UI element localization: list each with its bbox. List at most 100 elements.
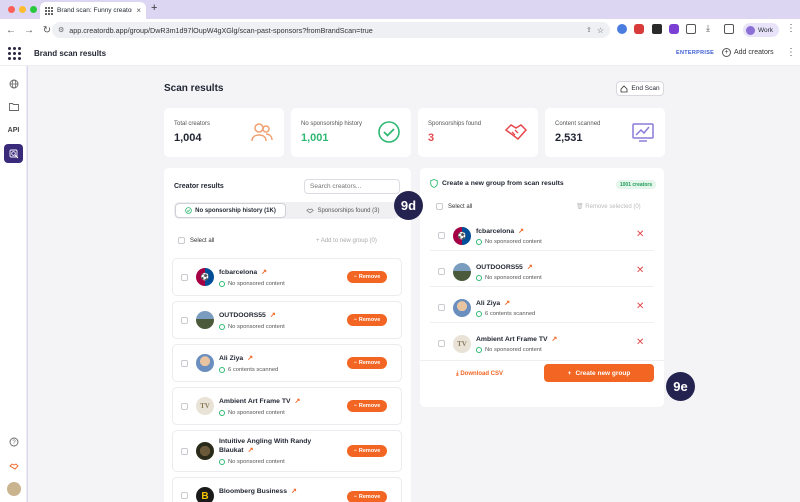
handshake-icon[interactable] bbox=[4, 456, 23, 475]
tab-no-sponsorship-history[interactable]: No sponsorship history (1K) bbox=[175, 203, 286, 218]
row-checkbox[interactable] bbox=[438, 232, 445, 239]
puzzle-extensions-icon[interactable] bbox=[686, 24, 696, 34]
remove-button[interactable]: − Remove bbox=[347, 314, 387, 326]
creator-count-badge: 1001 creators bbox=[616, 180, 656, 189]
minus-icon: − bbox=[353, 360, 357, 366]
end-scan-button[interactable]: End Scan bbox=[616, 81, 664, 96]
user-avatar[interactable] bbox=[4, 479, 23, 498]
extension-icon[interactable] bbox=[617, 24, 627, 34]
browser-tab[interactable]: Brand scan: Funny creators i × bbox=[40, 2, 146, 19]
row-checkbox[interactable] bbox=[181, 492, 188, 499]
creator-name[interactable]: fcbarcelona ↗ bbox=[219, 268, 329, 277]
table-row: Ali Ziya ↗ 6 contents scanned − Remove bbox=[172, 344, 402, 382]
extension-icon[interactable] bbox=[634, 24, 644, 34]
remove-button[interactable]: − Remove bbox=[347, 357, 387, 369]
external-link-icon[interactable]: ↗ bbox=[552, 336, 558, 343]
close-icon[interactable]: × bbox=[136, 6, 141, 15]
creator-name[interactable]: Ambient Art Frame TV ↗ bbox=[476, 335, 586, 344]
forward-arrow-icon[interactable]: → bbox=[22, 25, 36, 36]
row-checkbox[interactable] bbox=[181, 360, 188, 367]
remove-button[interactable]: − Remove bbox=[347, 271, 387, 283]
download-csv-button[interactable]: ⤓ Download CSV bbox=[456, 371, 503, 378]
help-icon[interactable]: ? bbox=[4, 432, 23, 451]
external-link-icon[interactable]: ↗ bbox=[518, 228, 524, 235]
new-tab-icon[interactable]: + bbox=[151, 2, 157, 14]
creator-avatar bbox=[196, 354, 214, 372]
external-link-icon[interactable]: ↗ bbox=[247, 355, 253, 362]
stat-value: 2,531 bbox=[555, 132, 583, 144]
share-icon[interactable]: ⇪ bbox=[586, 26, 592, 34]
external-link-icon[interactable]: ↗ bbox=[270, 312, 276, 319]
table-row: OUTDOORS55 ↗ No sponsored content − Remove bbox=[172, 301, 402, 339]
delete-x-icon[interactable]: ✕ bbox=[636, 265, 644, 276]
brand-scan-icon[interactable] bbox=[4, 144, 23, 163]
sidebar-item-api[interactable]: API bbox=[4, 121, 23, 140]
row-checkbox[interactable] bbox=[438, 304, 445, 311]
globe-icon[interactable] bbox=[4, 74, 23, 93]
tab-sponsorships-found[interactable]: Sponsorships found (3) bbox=[288, 203, 398, 218]
download-icon[interactable]: ⤓ bbox=[706, 23, 716, 33]
side-panel-icon[interactable] bbox=[724, 24, 734, 34]
external-link-icon[interactable]: ↗ bbox=[295, 398, 301, 405]
delete-x-icon[interactable]: ✕ bbox=[636, 229, 644, 240]
checkbox[interactable] bbox=[436, 203, 443, 210]
remove-button[interactable]: − Remove bbox=[347, 400, 387, 412]
profile-chip[interactable]: Work bbox=[743, 23, 779, 37]
creator-name[interactable]: Ali Ziya ↗ bbox=[219, 354, 329, 363]
trash-icon: 🗑 bbox=[576, 204, 584, 210]
row-checkbox[interactable] bbox=[181, 448, 188, 455]
creator-name[interactable]: Ali Ziya ↗ bbox=[476, 299, 586, 308]
external-link-icon[interactable]: ↗ bbox=[261, 269, 267, 276]
row-checkbox[interactable] bbox=[181, 403, 188, 410]
list-item: TV Ambient Art Frame TV ↗ No sponsored co… bbox=[430, 329, 654, 359]
row-checkbox[interactable] bbox=[181, 274, 188, 281]
check-circle-icon bbox=[476, 347, 482, 353]
external-link-icon[interactable]: ↗ bbox=[248, 447, 254, 454]
creator-name[interactable]: Ambient Art Frame TV ↗ bbox=[219, 397, 329, 406]
search-input[interactable] bbox=[304, 179, 400, 194]
tab-label: No sponsorship history (1K) bbox=[195, 207, 276, 214]
select-all-checkbox[interactable]: Select all bbox=[436, 203, 472, 210]
creator-name[interactable]: Bloomberg Business ↗ bbox=[219, 487, 329, 496]
back-arrow-icon[interactable]: ← bbox=[4, 25, 18, 36]
checkbox[interactable] bbox=[178, 237, 185, 244]
row-checkbox[interactable] bbox=[438, 340, 445, 347]
creator-name[interactable]: fcbarcelona ↗ bbox=[476, 227, 586, 236]
folder-icon[interactable] bbox=[4, 97, 23, 116]
users-icon bbox=[251, 123, 273, 142]
remove-selected-button[interactable]: 🗑 Remove selected (0) bbox=[576, 203, 641, 210]
extension-icon[interactable] bbox=[652, 24, 662, 34]
close-window-button[interactable] bbox=[8, 6, 15, 13]
creator-avatar: TV bbox=[453, 335, 471, 353]
stat-label: No sponsorship history bbox=[301, 121, 363, 127]
bookmark-star-icon[interactable]: ☆ bbox=[597, 26, 604, 35]
delete-x-icon[interactable]: ✕ bbox=[636, 337, 644, 348]
creator-name[interactable]: OUTDOORS55 ↗ bbox=[476, 263, 586, 272]
row-checkbox[interactable] bbox=[181, 317, 188, 324]
creator-name[interactable]: Intuitive Angling With Randy Blaukat ↗ bbox=[219, 437, 329, 455]
stat-value: 3 bbox=[428, 132, 435, 144]
add-to-new-group-button[interactable]: + Add to new group (0) bbox=[316, 238, 377, 244]
external-link-icon[interactable]: ↗ bbox=[291, 488, 297, 495]
create-new-group-button[interactable]: + Create new group bbox=[544, 364, 654, 382]
remove-button[interactable]: − Remove bbox=[347, 491, 387, 502]
maximize-window-button[interactable] bbox=[30, 6, 37, 13]
check-circle-icon bbox=[219, 459, 225, 465]
extension-icon[interactable] bbox=[669, 24, 679, 34]
browser-menu-icon[interactable]: ⋮ bbox=[786, 23, 796, 34]
delete-x-icon[interactable]: ✕ bbox=[636, 301, 644, 312]
row-checkbox[interactable] bbox=[438, 268, 445, 275]
site-info-icon[interactable]: ⚙ bbox=[58, 26, 64, 34]
address-bar[interactable]: ⚙ app.creatordb.app/group/DwR3m1d97lOupW… bbox=[52, 22, 610, 38]
select-all-checkbox[interactable]: Select all bbox=[178, 237, 214, 244]
remove-button[interactable]: − Remove bbox=[347, 445, 387, 457]
external-link-icon[interactable]: ↗ bbox=[527, 264, 533, 271]
app-grid-logo-icon[interactable] bbox=[8, 47, 21, 60]
add-creators-button[interactable]: + Add creators bbox=[722, 48, 774, 57]
minimize-window-button[interactable] bbox=[19, 6, 26, 13]
more-menu-icon[interactable]: ⋮ bbox=[786, 47, 796, 58]
check-circle-icon bbox=[476, 275, 482, 281]
creator-name[interactable]: OUTDOORS55 ↗ bbox=[219, 311, 329, 320]
external-link-icon[interactable]: ↗ bbox=[504, 300, 510, 307]
app-title: Brand scan results bbox=[34, 49, 107, 58]
